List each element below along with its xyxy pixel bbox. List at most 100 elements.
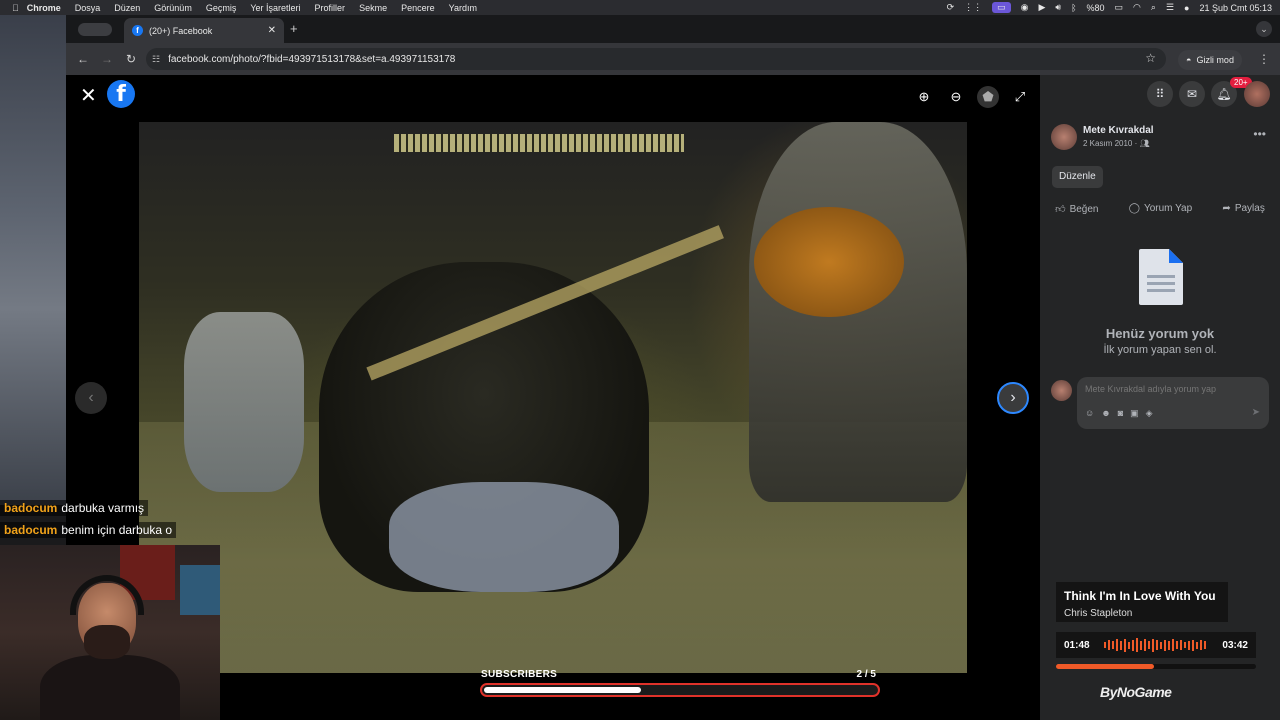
comment-composer[interactable]: ☺ ☻ ◙ ▣ ◈ ➤ xyxy=(1077,377,1269,429)
song-progress-bar xyxy=(1056,664,1256,669)
browser-menu-icon[interactable]: ⋮ xyxy=(1258,52,1270,66)
tag-icon[interactable]: ⬟ xyxy=(977,86,999,108)
thumbs-up-icon: 👍︎ xyxy=(1055,204,1066,215)
friends-audience-icon: 👥︎ xyxy=(1139,139,1150,148)
song-artist: Chris Stapleton xyxy=(1064,608,1133,619)
waveform-bar xyxy=(1184,642,1186,648)
control-center-icon[interactable]: ☰ xyxy=(1166,2,1174,13)
next-photo-button[interactable]: › xyxy=(997,382,1029,414)
avatar-sticker-icon[interactable]: ☺ xyxy=(1085,408,1094,419)
menu-yardim[interactable]: Yardım xyxy=(449,3,477,13)
screen-icon[interactable]: ▭ xyxy=(992,2,1011,13)
play-icon[interactable]: ▶ xyxy=(1039,2,1046,13)
share-arrow-icon: ➦ xyxy=(1222,203,1231,214)
webcam-poster xyxy=(180,565,220,615)
subscribers-progress-fill xyxy=(484,687,641,693)
record-icon[interactable]: ◉ xyxy=(1021,2,1029,13)
waveform-bar xyxy=(1180,640,1182,650)
menubar-datetime[interactable]: 21 Şub Cmt 05:13 xyxy=(1199,3,1272,13)
gif-icon[interactable]: ▣ xyxy=(1130,408,1139,419)
incognito-label: Gizli mod xyxy=(1196,55,1234,65)
waveform-bar xyxy=(1156,640,1158,650)
comment-input[interactable] xyxy=(1085,384,1261,394)
tab-search-chevron-icon[interactable]: ⌄ xyxy=(1256,21,1272,37)
search-icon[interactable]: ⌕ xyxy=(1151,2,1156,13)
tab-group-pill[interactable] xyxy=(78,23,112,36)
messenger-icon[interactable]: ✉ xyxy=(1179,81,1205,107)
song-progress-fill xyxy=(1056,664,1154,669)
photo-acoustic-guitar xyxy=(754,207,904,317)
facebook-favicon-icon: f xyxy=(132,25,143,36)
subscribers-goal-overlay: SUBSCRIBERS 2 / 5 xyxy=(480,669,880,699)
menu-yer-isaretleri[interactable]: Yer İşaretleri xyxy=(250,3,300,13)
apple-icon[interactable]:  xyxy=(12,3,19,13)
edit-button[interactable]: Düzenle xyxy=(1052,166,1103,188)
previous-photo-button[interactable]: ‹ xyxy=(75,382,107,414)
emoji-icon[interactable]: ☻ xyxy=(1101,408,1110,419)
menu-gorunum[interactable]: Görünüm xyxy=(154,3,192,13)
close-icon[interactable]: ✕ xyxy=(80,83,97,108)
new-tab-plus-icon[interactable]: + xyxy=(290,21,298,36)
menu-gecmis[interactable]: Geçmiş xyxy=(206,3,237,13)
menu-profiller[interactable]: Profiller xyxy=(315,3,346,13)
account-avatar[interactable] xyxy=(1244,81,1270,107)
subscribers-progress-bar xyxy=(480,683,880,697)
tab-close-icon[interactable]: ✕ xyxy=(268,25,276,36)
now-playing-time-row: 01:48 03:42 xyxy=(1056,632,1256,658)
waveform-bar xyxy=(1176,641,1178,649)
bookmark-star-icon[interactable]: ☆ xyxy=(1145,51,1156,65)
site-info-icon[interactable]: ☷ xyxy=(152,54,160,65)
post-date[interactable]: 2 Kasım 2010 · 👥︎ xyxy=(1083,139,1150,148)
waveform-bar xyxy=(1196,641,1198,649)
menu-duzen[interactable]: Düzen xyxy=(114,3,140,13)
menubar-app-name[interactable]: Chrome xyxy=(27,3,61,13)
like-button[interactable]: 👍︎ Beğen xyxy=(1055,203,1098,215)
facebook-header-icons: ⠿ ✉ 🔔︎ 20+ xyxy=(1040,75,1280,115)
siri-icon[interactable]: ● xyxy=(1184,3,1189,13)
more-options-icon[interactable]: ••• xyxy=(1253,127,1266,141)
waveform-bar xyxy=(1140,640,1142,650)
reload-icon[interactable]: ↻ xyxy=(124,52,138,66)
tab-facebook[interactable]: f (20+) Facebook ✕ xyxy=(124,18,284,43)
song-title: Think I'm In Love With You xyxy=(1064,589,1216,603)
waveform-bar xyxy=(1120,640,1122,650)
incognito-badge[interactable]: ◓ Gizli mod xyxy=(1178,50,1242,70)
post-actions: 👍︎ Beğen ◯ Yorum Yap ➦ Paylaş xyxy=(1040,203,1280,215)
desktop-background xyxy=(0,15,66,505)
battery-text[interactable]: %80 xyxy=(1087,3,1105,13)
menu-sekme[interactable]: Sekme xyxy=(359,3,387,13)
sticker-icon[interactable]: ◈ xyxy=(1146,408,1153,419)
bluetooth-icon[interactable]: ᛒ xyxy=(1071,3,1076,13)
url-text[interactable]: facebook.com/photo/?fbid=493971513178&se… xyxy=(168,54,455,65)
webcam-streamer-body xyxy=(40,655,180,720)
facebook-logo-icon[interactable]: f xyxy=(107,80,135,108)
forward-arrow-icon[interactable]: → xyxy=(100,52,114,66)
comment-tools: ☺ ☻ ◙ ▣ ◈ xyxy=(1085,408,1153,419)
camera-icon[interactable]: ◙ xyxy=(1118,408,1123,419)
menu-grid-icon[interactable]: ⠿ xyxy=(1147,81,1173,107)
volume-icon[interactable]: 🔊︎ xyxy=(1055,2,1061,13)
back-arrow-icon[interactable]: ← xyxy=(76,52,90,66)
photo-image[interactable] xyxy=(139,122,967,673)
browser-toolbar: ← → ↻ ☷ facebook.com/photo/?fbid=4939715… xyxy=(66,43,1280,75)
zoom-in-icon[interactable]: ⊕ xyxy=(913,86,935,108)
share-button[interactable]: ➦ Paylaş xyxy=(1222,203,1264,215)
chat-text: benim için darbuka o xyxy=(61,523,173,537)
menu-dosya[interactable]: Dosya xyxy=(75,3,101,13)
author-name[interactable]: Mete Kıvrakdal xyxy=(1083,125,1154,136)
zoom-out-icon[interactable]: ⊖ xyxy=(945,86,967,108)
chat-username: badocum xyxy=(4,501,58,515)
grid-icon[interactable]: ⋮⋮ xyxy=(964,2,982,13)
send-icon[interactable]: ➤ xyxy=(1252,407,1260,418)
now-playing-widget: Think I'm In Love With You Chris Staplet… xyxy=(1056,582,1256,678)
fullscreen-icon[interactable]: ⤢ xyxy=(1009,86,1031,108)
commenter-avatar xyxy=(1051,380,1072,401)
waveform-bar xyxy=(1116,639,1118,651)
address-bar[interactable]: ☷ facebook.com/photo/?fbid=493971513178&… xyxy=(146,48,1166,70)
sync-icon[interactable]: ⟳ xyxy=(947,2,955,13)
author-avatar[interactable] xyxy=(1051,124,1077,150)
comment-button[interactable]: ◯ Yorum Yap xyxy=(1129,203,1192,215)
now-playing-header: Think I'm In Love With You Chris Staplet… xyxy=(1056,582,1228,622)
wifi-icon[interactable]: ◠ xyxy=(1133,2,1141,13)
menu-pencere[interactable]: Pencere xyxy=(401,3,435,13)
